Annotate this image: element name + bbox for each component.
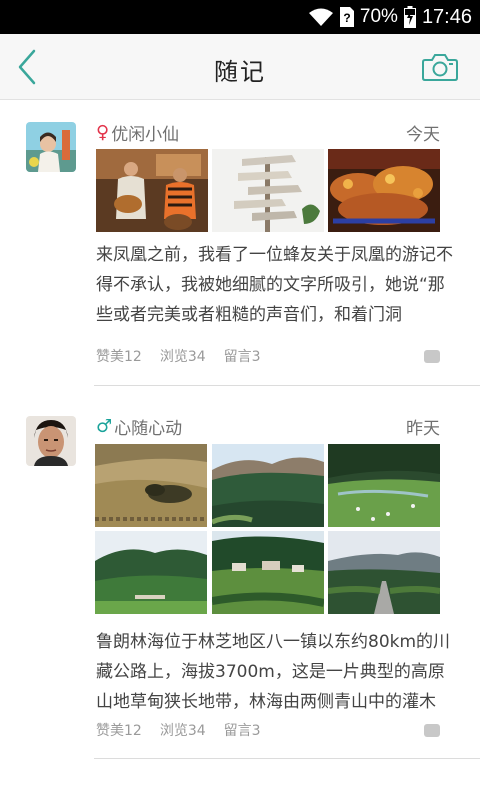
svg-text:?: ? xyxy=(343,11,350,25)
comments-count[interactable]: 留言3 xyxy=(224,346,261,366)
post-divider xyxy=(94,758,480,759)
post-author[interactable]: ♀ 优闲小仙 xyxy=(96,120,179,145)
post-photo[interactable] xyxy=(212,444,324,527)
post-text[interactable]: 鲁朗林海位于林芝地区八一镇以东约80km的川藏公路上，海拔3700m，这是一片典… xyxy=(96,627,456,717)
male-icon: ♂ xyxy=(96,416,113,437)
avatar[interactable] xyxy=(26,416,76,466)
comment-icon[interactable] xyxy=(424,345,440,363)
post-photo[interactable] xyxy=(328,149,440,232)
post-text[interactable]: 来凤凰之前，我看了一位蜂友关于凤凰的游记不得不承认，我被她细腻的文字所吸引，她说… xyxy=(96,240,456,330)
likes-count[interactable]: 赞美12 xyxy=(96,346,142,366)
camera-icon[interactable] xyxy=(422,52,458,82)
avatar[interactable] xyxy=(26,122,76,172)
wifi-icon xyxy=(308,8,333,26)
comments-count[interactable]: 留言3 xyxy=(224,720,261,740)
post-photo[interactable] xyxy=(95,444,207,527)
post-time: 今天 xyxy=(406,125,440,145)
post-photo[interactable] xyxy=(212,149,324,232)
battery-charging-icon xyxy=(403,6,416,28)
post-photo[interactable] xyxy=(96,149,208,232)
post-stats: 赞美12 浏览34 留言3 xyxy=(96,346,261,366)
comment-icon[interactable] xyxy=(424,719,440,737)
status-bar: ? 70% 17:46 xyxy=(0,0,480,34)
author-name: 心随心动 xyxy=(114,419,183,439)
female-icon: ♀ xyxy=(96,122,110,143)
post-photo[interactable] xyxy=(328,531,440,614)
clock-time: 17:46 xyxy=(421,5,472,28)
page-title: 随记 xyxy=(214,58,266,86)
post-time: 昨天 xyxy=(406,419,440,439)
views-count: 浏览34 xyxy=(159,723,206,739)
author-name: 优闲小仙 xyxy=(111,125,180,145)
post-photo[interactable] xyxy=(328,444,440,527)
battery-percent: 70% xyxy=(359,6,398,27)
post-photo[interactable] xyxy=(95,531,207,614)
post-photo[interactable] xyxy=(212,531,324,614)
post-stats: 赞美12 浏览34 留言3 xyxy=(96,720,261,740)
views-count: 浏览34 xyxy=(159,349,206,365)
top-nav-bar: 随记 xyxy=(0,34,480,100)
post-author[interactable]: ♂ 心随心动 xyxy=(96,414,182,439)
post-divider xyxy=(94,385,480,386)
sim-alert-icon: ? xyxy=(339,7,354,27)
likes-count[interactable]: 赞美12 xyxy=(96,720,142,740)
